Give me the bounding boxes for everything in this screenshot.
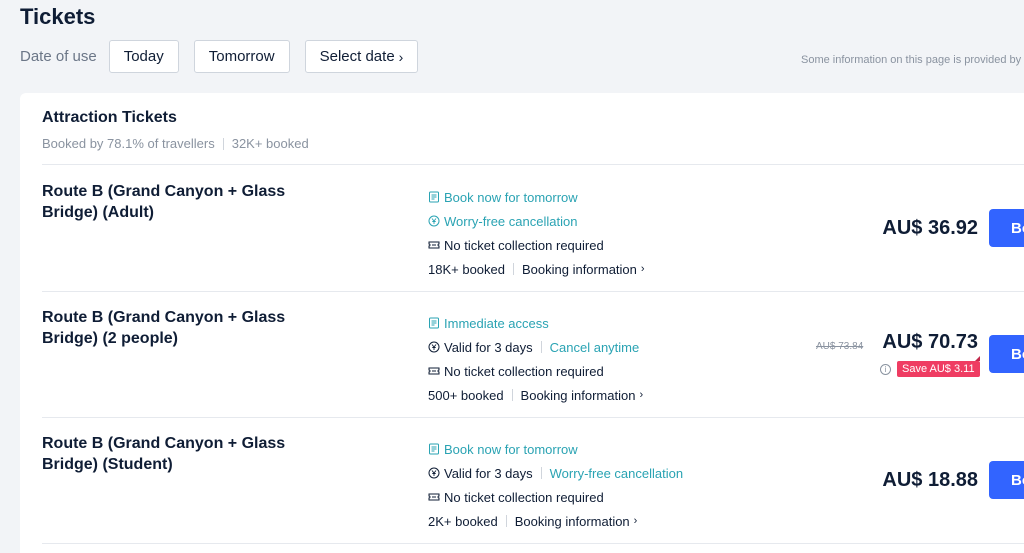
calendar-icon (428, 443, 440, 455)
feature-book-tomorrow: Book now for tomorrow (428, 437, 683, 461)
feature-no-collection: No ticket collection required (428, 359, 643, 383)
attraction-tickets-card: Attraction Tickets Booked by 78.1% of tr… (20, 93, 1024, 553)
cancellation-text: Worry-free cancellation (549, 465, 684, 481)
booking-information-label: Booking information (521, 261, 637, 277)
booked-count: 18K+ booked (428, 261, 505, 277)
book-button-label: Book (1011, 219, 1024, 237)
ticket-name: Route B (Grand Canyon + Glass Bridge) (A… (42, 183, 286, 221)
book-button[interactable]: Book (989, 335, 1024, 373)
ticket-features: Book now for tomorrow Valid for 3 days W… (428, 437, 683, 533)
chevron-right-icon: › (640, 263, 645, 275)
chevron-right-icon: › (639, 389, 644, 401)
booked-count: 500+ booked (428, 387, 504, 403)
info-icon[interactable]: i (880, 363, 891, 375)
ticket-row-adult: Route B (Grand Canyon + Glass Bridge) (A… (20, 165, 1024, 291)
ticket-row-2-people: Route B (Grand Canyon + Glass Bridge) (2… (20, 291, 1024, 417)
feature-text: No ticket collection required (444, 489, 604, 505)
feature-immediate-access: Immediate access (428, 311, 643, 335)
chevron-right-icon: › (398, 48, 404, 65)
ticket-name: Route B (Grand Canyon + Glass Bridge) (2… (42, 309, 286, 347)
separator (540, 341, 542, 353)
booking-information-link[interactable]: Booking information › (522, 262, 645, 277)
validity-text: Valid for 3 days (444, 465, 533, 481)
page-title: Tickets (20, 4, 96, 29)
feature-no-collection: No ticket collection required (428, 485, 683, 509)
booking-information-label: Booking information (514, 513, 630, 529)
booking-information-link[interactable]: Booking information › (521, 388, 644, 403)
ticket-meta: 2K+ booked Booking information › (428, 509, 683, 533)
separator (512, 263, 514, 275)
ticket-icon (428, 239, 440, 251)
separator (222, 137, 224, 150)
card-subtitle: Booked by 78.1% of travellers 32K+ booke… (42, 136, 309, 151)
feature-validity: Valid for 3 days Cancel anytime (428, 335, 643, 359)
date-of-use-row: Date of use Today Tomorrow Select date › (20, 40, 433, 73)
feature-cancellation: Worry-free cancellation (428, 209, 645, 233)
select-date-label: Select date (319, 48, 395, 65)
ticket-name: Route B (Grand Canyon + Glass Bridge) (S… (42, 435, 286, 473)
feature-text: Book now for tomorrow (444, 189, 578, 205)
booking-information-link[interactable]: Booking information › (515, 514, 638, 529)
separator (540, 467, 542, 479)
tomorrow-button[interactable]: Tomorrow (193, 40, 290, 73)
feature-text: No ticket collection required (444, 363, 604, 379)
book-button-label: Book (1011, 345, 1024, 363)
today-button[interactable]: Today (108, 40, 179, 73)
ticket-price: AU$ 70.73 (882, 331, 978, 353)
validity-text: Valid for 3 days (444, 339, 533, 355)
date-of-use-label: Date of use (20, 48, 97, 65)
feature-text: Immediate access (444, 315, 549, 331)
card-title: Attraction Tickets (42, 109, 177, 126)
ticket-features: Book now for tomorrow Worry-free cancell… (428, 185, 645, 281)
calendar-icon (428, 317, 440, 329)
select-date-button[interactable]: Select date › (304, 40, 419, 73)
ticket-price: AU$ 18.88 (882, 469, 978, 491)
feature-text: Worry-free cancellation (444, 213, 578, 229)
booked-by-text: Booked by 78.1% of travellers (42, 136, 215, 151)
tomorrow-label: Tomorrow (208, 48, 275, 65)
save-row: i Save AU$ 3.11 (880, 356, 980, 377)
today-label: Today (123, 48, 164, 65)
feature-book-tomorrow: Book now for tomorrow (428, 185, 645, 209)
separator (511, 389, 513, 401)
feature-text: No ticket collection required (444, 237, 604, 253)
feature-validity: Valid for 3 days Worry-free cancellation (428, 461, 683, 485)
divider (42, 543, 1024, 544)
feature-text: Book now for tomorrow (444, 441, 578, 457)
ticket-meta: 18K+ booked Booking information › (428, 257, 645, 281)
book-button[interactable]: Book (989, 461, 1024, 499)
booked-count-text: 32K+ booked (231, 136, 309, 151)
book-button-label: Book (1011, 471, 1024, 489)
ticket-icon (428, 491, 440, 503)
yen-circle-icon (428, 215, 440, 227)
card-header: Attraction Tickets Booked by 78.1% of tr… (42, 109, 309, 151)
feature-no-collection: No ticket collection required (428, 233, 645, 257)
original-price: AU$ 73.84 (816, 341, 864, 352)
save-badge: Save AU$ 3.11 (897, 356, 980, 377)
chevron-right-icon: › (633, 515, 638, 527)
separator (505, 515, 507, 527)
cancel-anytime-text: Cancel anytime (549, 339, 640, 355)
ticket-meta: 500+ booked Booking information › (428, 383, 643, 407)
book-button[interactable]: Book (989, 209, 1024, 247)
provider-notice: Some information on this page is provide… (801, 54, 1022, 66)
booked-count: 2K+ booked (428, 513, 498, 529)
calendar-icon (428, 191, 440, 203)
ticket-price: AU$ 36.92 (882, 217, 978, 239)
yen-circle-icon (428, 467, 440, 479)
yen-circle-icon (428, 341, 440, 353)
ticket-row-student: Route B (Grand Canyon + Glass Bridge) (S… (20, 417, 1024, 543)
ticket-icon (428, 365, 440, 377)
booking-information-label: Booking information (520, 387, 636, 403)
ticket-features: Immediate access Valid for 3 days Cancel… (428, 311, 643, 407)
